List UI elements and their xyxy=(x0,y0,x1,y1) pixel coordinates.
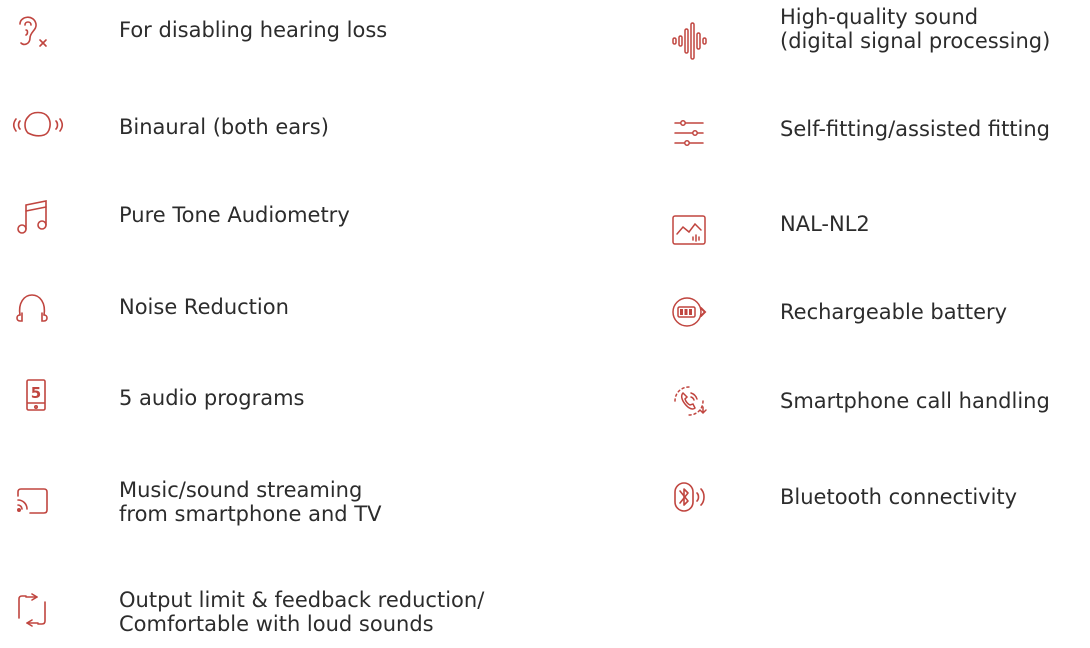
feature-item: NAL-NL2 xyxy=(640,200,1090,260)
feature-label: Bluetooth connectivity xyxy=(780,485,1018,509)
feature-item: Rechargeable battery xyxy=(640,288,1090,348)
binaural-head-icon xyxy=(6,103,66,147)
feature-label: NAL-NL2 xyxy=(780,212,870,236)
feature-item: Smartphone call handling xyxy=(640,377,1090,437)
svg-text:5: 5 xyxy=(31,384,41,402)
feature-item: Music/sound streaming from smartphone an… xyxy=(0,478,560,538)
headphones-icon xyxy=(10,285,54,329)
feature-label: Binaural (both ears) xyxy=(119,115,329,139)
feature-item: High-quality sound (digital signal proce… xyxy=(640,5,1090,65)
feature-label: Pure Tone Audiometry xyxy=(119,203,350,227)
feature-label: Music/sound streaming from smartphone an… xyxy=(119,478,382,526)
sliders-icon xyxy=(667,111,711,155)
cast-stream-icon xyxy=(10,478,54,522)
feature-item: Bluetooth connectivity xyxy=(640,475,1090,535)
phone-five-icon: 5 xyxy=(14,374,58,418)
feature-label: Noise Reduction xyxy=(119,295,289,319)
feature-label: For disabling hearing loss xyxy=(119,18,388,42)
feature-item: Binaural (both ears) xyxy=(0,103,560,163)
feature-item: For disabling hearing loss xyxy=(0,8,560,68)
sound-wave-icon xyxy=(667,19,711,63)
feature-label: Rechargeable battery xyxy=(780,300,1008,324)
audiogram-chart-icon xyxy=(667,208,711,252)
bluetooth-icon xyxy=(667,475,711,519)
feature-item: Pure Tone Audiometry xyxy=(0,193,560,253)
feature-label: 5 audio programs xyxy=(119,386,305,410)
phone-call-icon xyxy=(667,379,711,423)
battery-charge-icon xyxy=(667,290,711,334)
repeat-arrows-icon xyxy=(10,588,54,632)
feature-item: Self-fitting/assisted fitting xyxy=(640,107,1090,167)
ear-muted-icon xyxy=(10,10,54,54)
feature-label: Output limit & feedback reduction/ Comfo… xyxy=(119,588,485,636)
feature-item: 5 5 audio programs xyxy=(0,372,560,432)
music-note-icon xyxy=(10,195,54,239)
feature-label: Smartphone call handling xyxy=(780,389,1050,413)
feature-label: Self-fitting/assisted fitting xyxy=(780,117,1051,141)
feature-item: Output limit & feedback reduction/ Comfo… xyxy=(0,588,560,648)
feature-item: Noise Reduction xyxy=(0,283,560,343)
feature-label: High-quality sound (digital signal proce… xyxy=(780,5,1051,53)
